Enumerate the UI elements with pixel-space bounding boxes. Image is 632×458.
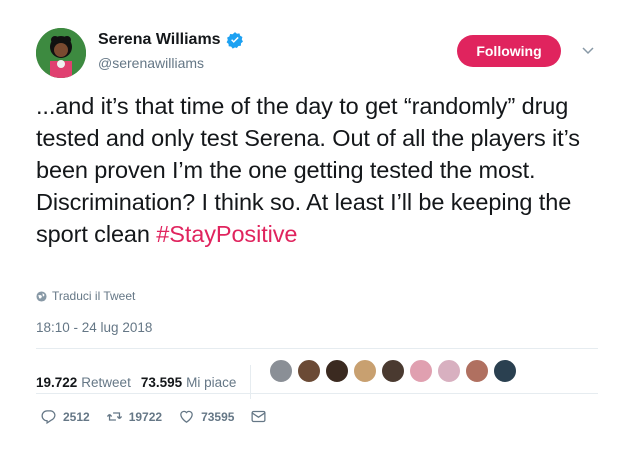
tweet-actions: 2512 19722 73595: [40, 408, 283, 425]
retweet-action-count: 19722: [128, 409, 163, 424]
envelope-icon: [251, 410, 266, 423]
hashtag-link[interactable]: #StayPositive: [156, 221, 297, 247]
liker-avatar[interactable]: [268, 358, 294, 384]
reply-button[interactable]: 2512: [40, 408, 90, 425]
display-name[interactable]: Serena Williams: [98, 31, 221, 49]
retweet-stat[interactable]: 19.722 Retweet: [36, 375, 131, 390]
avatar[interactable]: [36, 28, 86, 78]
liker-avatar[interactable]: [464, 358, 490, 384]
following-button[interactable]: Following: [457, 35, 561, 67]
heart-icon: [180, 410, 193, 423]
globe-icon: [36, 290, 47, 302]
liker-avatar[interactable]: [436, 358, 462, 384]
liker-avatar[interactable]: [324, 358, 350, 384]
tweet-timestamp[interactable]: 18:10 - 24 lug 2018: [36, 320, 152, 335]
divider: [36, 348, 598, 349]
verified-badge-icon: [226, 32, 243, 49]
retweet-label: Retweet: [81, 374, 131, 390]
retweet-icon: [106, 412, 122, 421]
tweet-text: ...and it’s that time of the day to get …: [36, 90, 611, 250]
retweet-button[interactable]: 19722: [106, 408, 162, 425]
like-count: 73.595: [140, 374, 183, 390]
liker-avatar[interactable]: [492, 358, 518, 384]
liker-avatar[interactable]: [352, 358, 378, 384]
like-stat[interactable]: 73.595 Mi piace: [141, 375, 237, 390]
like-label: Mi piace: [186, 374, 237, 390]
liker-avatar[interactable]: [408, 358, 434, 384]
divider: [36, 393, 598, 394]
reply-icon: [41, 410, 56, 425]
translate-tweet-link[interactable]: Traduci il Tweet: [36, 289, 135, 303]
reply-count: 2512: [63, 409, 90, 424]
liker-avatars: [268, 358, 520, 384]
translate-label[interactable]: Traduci il Tweet: [52, 289, 135, 303]
like-action-count: 73595: [201, 409, 235, 424]
direct-message-button[interactable]: [250, 408, 267, 425]
user-handle[interactable]: @serenawilliams: [98, 55, 204, 71]
liker-avatar[interactable]: [380, 358, 406, 384]
tweet-body: ...and it’s that time of the day to get …: [36, 93, 580, 247]
like-button[interactable]: 73595: [178, 408, 234, 425]
chevron-down-icon[interactable]: [580, 42, 596, 58]
retweet-count: 19.722: [36, 374, 78, 390]
liker-avatar[interactable]: [296, 358, 322, 384]
